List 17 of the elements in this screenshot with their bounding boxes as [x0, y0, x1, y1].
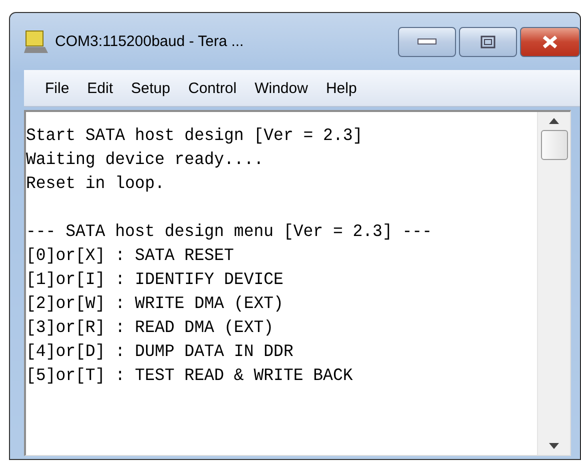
terminal-line: --- SATA host design menu [Ver = 2.3] --- — [26, 220, 433, 244]
menu-item[interactable]: Control — [179, 78, 246, 98]
terminal-line: [5]or[T] : TEST READ & WRITE BACK — [26, 364, 354, 388]
terminal-line: Start SATA host design [Ver = 2.3] — [26, 124, 364, 148]
terminal-line: Waiting device ready.... — [26, 148, 265, 172]
terminal-line: [4]or[D] : DUMP DATA IN DDR — [26, 340, 294, 364]
menu-item[interactable]: File — [36, 78, 78, 98]
menu-item[interactable]: Setup — [122, 78, 180, 98]
terminal-line: [1]or[I] : IDENTIFY DEVICE — [26, 268, 284, 292]
window-title: COM3:115200baud - Tera ... — [55, 33, 244, 50]
menu-item[interactable]: Help — [316, 78, 366, 98]
menu-item[interactable]: Window — [246, 78, 317, 98]
terminal-line: [3]or[R] : READ DMA (EXT) — [26, 316, 275, 340]
terminal-line: [2]or[W] : WRITE DMA (EXT) — [26, 292, 284, 316]
terminal-line: Reset in loop. — [26, 172, 166, 196]
menu-item[interactable]: Edit — [78, 78, 122, 98]
terminal-line: [0]or[X] : SATA RESET — [26, 244, 235, 268]
